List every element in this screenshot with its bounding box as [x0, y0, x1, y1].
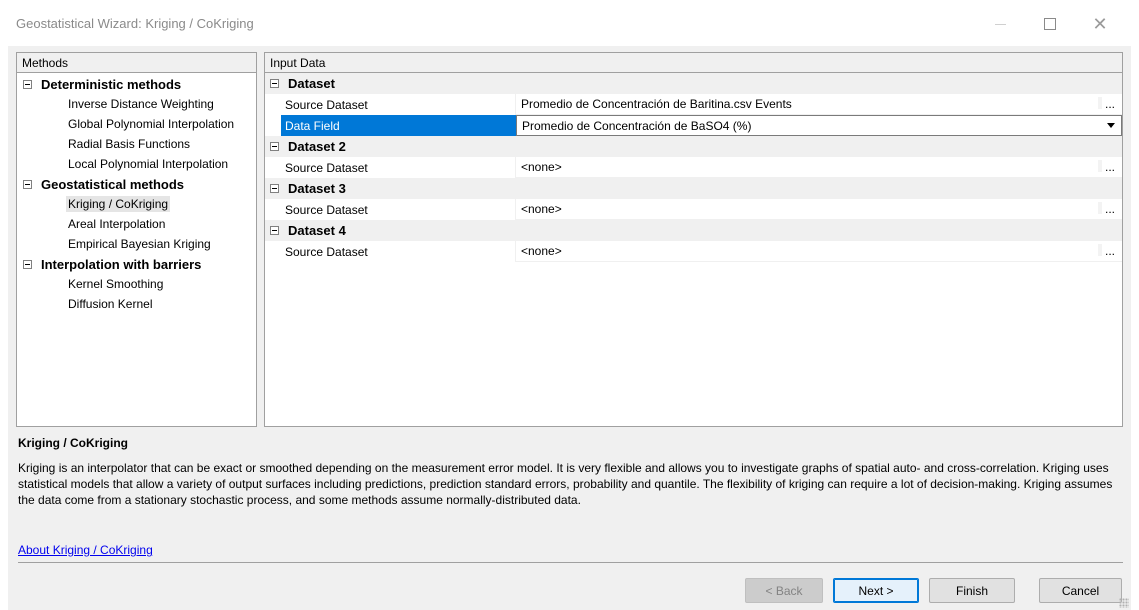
- browse-button[interactable]: ...: [1098, 95, 1122, 114]
- tree-item-idw[interactable]: Inverse Distance Weighting: [17, 94, 256, 114]
- about-link[interactable]: About Kriging / CoKriging: [18, 543, 153, 557]
- next-button[interactable]: Next >: [833, 578, 919, 603]
- property-row[interactable]: Source Dataset <none> ...: [265, 241, 1122, 262]
- resize-grip-icon[interactable]: [1119, 598, 1129, 608]
- tree-item-radial-basis[interactable]: Radial Basis Functions: [17, 134, 256, 154]
- property-grid: Dataset Source Dataset Promedio de Conce…: [265, 73, 1122, 262]
- tree-item-kernel-smoothing[interactable]: Kernel Smoothing: [17, 274, 256, 294]
- input-data-panel: Input Data Dataset Source Dataset Promed…: [264, 52, 1123, 427]
- tree-group-geostatistical[interactable]: Geostatistical methods: [17, 174, 256, 194]
- tree-item-empirical-bayesian[interactable]: Empirical Bayesian Kriging: [17, 234, 256, 254]
- source-dataset-value[interactable]: <none> ...: [516, 241, 1122, 262]
- property-name: Source Dataset: [265, 241, 516, 262]
- collapse-icon[interactable]: [23, 79, 32, 89]
- tree-item-areal-interpolation[interactable]: Areal Interpolation: [17, 214, 256, 234]
- collapse-icon[interactable]: [270, 142, 279, 151]
- window-title: Geostatistical Wizard: Kriging / CoKrigi…: [16, 16, 254, 31]
- methods-panel: Methods Deterministic methods Inverse Di…: [16, 52, 257, 427]
- wizard-body: Methods Deterministic methods Inverse Di…: [8, 46, 1131, 610]
- property-name: Source Dataset: [265, 94, 516, 115]
- section-dataset[interactable]: Dataset: [265, 73, 1122, 94]
- browse-button[interactable]: ...: [1098, 158, 1122, 177]
- section-dataset-3[interactable]: Dataset 3: [265, 178, 1122, 199]
- browse-button[interactable]: ...: [1098, 242, 1122, 261]
- section-label: Dataset 2: [288, 139, 346, 154]
- description-title: Kriging / CoKriging: [18, 436, 128, 450]
- methods-tree: Deterministic methods Inverse Distance W…: [17, 73, 256, 314]
- chevron-down-icon[interactable]: [1101, 116, 1121, 135]
- section-dataset-2[interactable]: Dataset 2: [265, 136, 1122, 157]
- collapse-icon[interactable]: [270, 184, 279, 193]
- collapse-icon[interactable]: [270, 226, 279, 235]
- minimize-icon[interactable]: [980, 10, 1020, 38]
- property-name: Source Dataset: [265, 157, 516, 178]
- collapse-icon[interactable]: [23, 259, 32, 269]
- back-button[interactable]: < Back: [745, 578, 823, 603]
- tree-group-barriers[interactable]: Interpolation with barriers: [17, 254, 256, 274]
- property-value: <none>: [521, 244, 562, 258]
- property-value: <none>: [521, 160, 562, 174]
- collapse-icon[interactable]: [23, 179, 32, 189]
- browse-button[interactable]: ...: [1098, 200, 1122, 219]
- methods-header: Methods: [17, 53, 256, 73]
- property-row[interactable]: Data Field Promedio de Concentración de …: [265, 115, 1122, 136]
- source-dataset-value[interactable]: <none> ...: [516, 157, 1122, 178]
- tree-item-global-polynomial[interactable]: Global Polynomial Interpolation: [17, 114, 256, 134]
- property-row[interactable]: Source Dataset <none> ...: [265, 199, 1122, 220]
- divider: [18, 562, 1123, 563]
- collapse-icon[interactable]: [270, 79, 279, 88]
- tree-item-diffusion-kernel[interactable]: Diffusion Kernel: [17, 294, 256, 314]
- section-label: Dataset 3: [288, 181, 346, 196]
- property-name-selected: Data Field: [281, 115, 516, 136]
- data-field-select[interactable]: Promedio de Concentración de BaSO4 (%): [516, 115, 1122, 136]
- property-value: <none>: [521, 202, 562, 216]
- property-name: Source Dataset: [265, 199, 516, 220]
- close-icon[interactable]: ✕: [1080, 10, 1120, 38]
- source-dataset-value[interactable]: <none> ...: [516, 199, 1122, 220]
- section-dataset-4[interactable]: Dataset 4: [265, 220, 1122, 241]
- source-dataset-value[interactable]: Promedio de Concentración de Baritina.cs…: [516, 94, 1122, 115]
- tree-group-deterministic[interactable]: Deterministic methods: [17, 74, 256, 94]
- input-data-header: Input Data: [265, 53, 1122, 73]
- property-row[interactable]: Source Dataset <none> ...: [265, 157, 1122, 178]
- tree-item-local-polynomial[interactable]: Local Polynomial Interpolation: [17, 154, 256, 174]
- property-value: Promedio de Concentración de BaSO4 (%): [522, 118, 752, 133]
- section-label: Dataset 4: [288, 223, 346, 238]
- maximize-icon[interactable]: [1030, 10, 1070, 38]
- tree-group-label: Interpolation with barriers: [41, 256, 202, 272]
- title-bar: Geostatistical Wizard: Kriging / CoKrigi…: [0, 0, 1139, 46]
- section-label: Dataset: [288, 76, 335, 91]
- tree-group-label: Deterministic methods: [41, 76, 182, 92]
- cancel-button[interactable]: Cancel: [1039, 578, 1122, 603]
- property-value: Promedio de Concentración de Baritina.cs…: [521, 97, 792, 111]
- tree-item-kriging[interactable]: Kriging / CoKriging: [17, 194, 256, 214]
- property-row[interactable]: Source Dataset Promedio de Concentración…: [265, 94, 1122, 115]
- finish-button[interactable]: Finish: [929, 578, 1015, 603]
- tree-group-label: Geostatistical methods: [41, 176, 185, 192]
- description-text: Kriging is an interpolator that can be e…: [18, 461, 1113, 507]
